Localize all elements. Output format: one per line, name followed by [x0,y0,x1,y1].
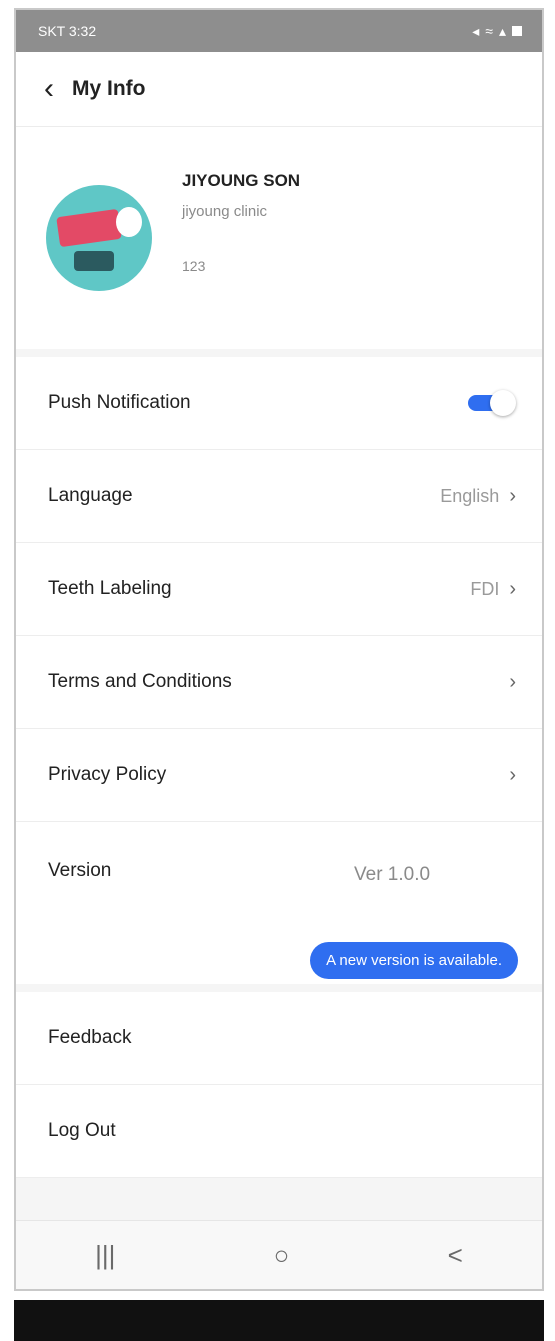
language-value: English [440,485,500,506]
carrier-time: SKT 3:32 [38,23,97,39]
bottom-spacer [16,1178,542,1220]
bottom-black-strip [14,1300,544,1341]
version-value: Ver 1.0.0 [354,864,431,885]
teeth-labeling-row[interactable]: Teeth Labeling FDI › [16,543,542,636]
logout-row[interactable]: Log Out [16,1085,542,1178]
mute-icon: ◂ [472,22,480,39]
chevron-right-icon: › [509,484,516,507]
phone-screen: SKT 3:32 ◂ ≈ ▴ ‹ My Info JIYOUNG SON jiy… [14,8,544,1291]
status-icons: ◂ ≈ ▴ [472,23,522,40]
teeth-labeling-value: FDI [470,578,500,599]
system-back-button[interactable]: < [448,1240,463,1271]
teeth-labeling-value-group: FDI › [470,578,516,601]
page-title: My Info [72,77,146,100]
chevron-right-icon: › [509,763,516,786]
system-nav-bar: ||| ○ < [16,1220,542,1289]
teeth-labeling-label: Teeth Labeling [48,578,172,599]
toggle-knob [490,390,516,416]
signal-icon: ▴ [498,22,506,39]
battery-icon [512,26,522,36]
push-notification-label: Push Notification [48,392,191,413]
update-available-badge[interactable]: A new version is available. [310,942,518,979]
privacy-row[interactable]: Privacy Policy › [16,729,542,822]
profile-name: JIYOUNG SON [182,171,301,190]
privacy-label: Privacy Policy [48,764,167,785]
back-button[interactable]: ‹ [44,74,54,104]
feedback-label: Feedback [48,1027,132,1048]
version-row: Version Ver 1.0.0 A new version is avail… [16,822,542,992]
terms-label: Terms and Conditions [48,671,232,692]
page-header: ‹ My Info [16,52,542,127]
logout-label: Log Out [48,1120,116,1141]
profile-code: 123 [182,258,206,274]
avatar-illustration-base [74,251,114,271]
avatar-illustration-cap [116,207,142,237]
feedback-row[interactable]: Feedback [16,992,542,1085]
terms-row[interactable]: Terms and Conditions › [16,636,542,729]
avatar [46,185,152,291]
avatar-illustration-bar [56,208,122,248]
push-notification-row: Push Notification [16,357,542,450]
chevron-right-icon: › [509,577,516,600]
profile-info: JIYOUNG SON jiyoung clinic 123 [182,171,300,274]
version-label: Version [48,860,112,881]
profile-card: JIYOUNG SON jiyoung clinic 123 [16,127,542,357]
profile-clinic: jiyoung clinic [182,203,268,220]
chevron-right-icon: › [509,670,516,693]
language-value-group: English › [440,485,516,508]
language-label: Language [48,485,133,506]
status-bar: SKT 3:32 ◂ ≈ ▴ [16,10,542,52]
chevron-left-icon: ‹ [44,72,54,105]
push-notification-toggle[interactable] [468,390,516,416]
home-button[interactable]: ○ [274,1240,290,1271]
recent-apps-button[interactable]: ||| [95,1240,115,1271]
language-row[interactable]: Language English › [16,450,542,543]
wifi-icon: ≈ [485,23,493,39]
